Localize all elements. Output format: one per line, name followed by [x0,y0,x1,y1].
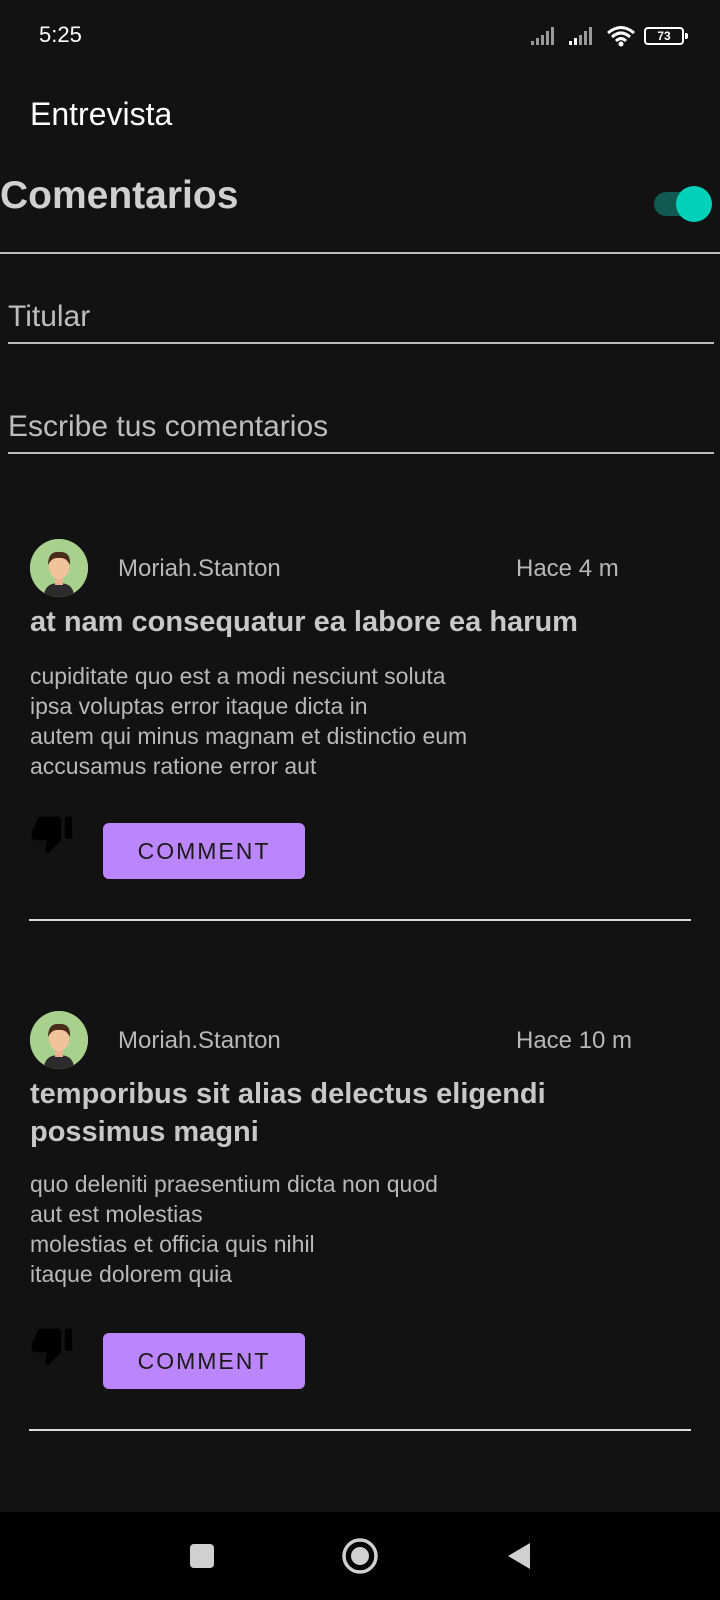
signal-icon [531,27,554,45]
battery-level: 73 [657,29,671,43]
title-input[interactable] [8,300,714,344]
app-title: Entrevista [30,96,173,132]
comment-divider [29,1429,691,1431]
back-button[interactable] [494,1532,542,1580]
back-triangle-icon [508,1543,530,1569]
wifi-icon [607,26,635,47]
battery-icon: 73 [644,27,688,45]
section-title: Comentarios [0,174,239,217]
thumbs-down-icon [31,1328,73,1366]
recents-square-icon [190,1544,214,1568]
comment-button[interactable]: COMMENT [103,1333,305,1389]
comment-username: Moriah.Stanton [118,1027,281,1054]
comment-divider [29,919,691,921]
dislike-button[interactable] [30,811,74,855]
toggle-thumb [676,186,712,222]
comment-body-line: cupiditate quo est a modi nesciunt solut… [30,663,446,689]
comment-body-line: ipsa voluptas error itaque dicta in [30,693,368,719]
comment-button[interactable]: COMMENT [103,823,305,879]
comment-field-wrapper [8,410,714,454]
comments-toggle[interactable] [654,186,712,222]
signal-icon [569,27,592,45]
comment-body: quo deleniti praesentium dicta non quod … [30,1169,438,1289]
header-divider [0,252,720,254]
comment-title: temporibus sit alias delectus eligendi p… [30,1078,546,1148]
comment-input[interactable] [8,410,714,454]
user-avatar-icon [30,539,88,597]
status-bar: 5:25 73 [0,0,720,72]
thumbs-down-icon [31,816,73,854]
comment-time: Hace 4 m [516,555,619,582]
comment-body-line: quo deleniti praesentium dicta non quod [30,1171,438,1197]
comment-title: at nam consequatur ea labore ea harum [30,606,578,638]
dislike-button[interactable] [30,1323,74,1367]
title-field-wrapper [8,300,714,344]
status-time: 5:25 [39,22,82,47]
comment-body-line: itaque dolorem quia [30,1261,233,1287]
system-nav-bar [0,1512,720,1600]
status-icons: 73 [530,24,688,48]
recents-button[interactable] [178,1532,226,1580]
comment-body-line: accusamus ratione error aut [30,753,317,779]
home-circle-icon [342,1538,378,1574]
home-button[interactable] [336,1532,384,1580]
comment-body-line: molestias et officia quis nihil [30,1231,315,1257]
comment-time: Hace 10 m [516,1027,633,1054]
avatar [30,1011,88,1069]
comment-body: cupiditate quo est a modi nesciunt solut… [30,661,467,781]
comment-body-line: aut est molestias [30,1201,203,1227]
comment-body-line: autem qui minus magnam et distinctio eum [30,723,468,749]
comment-username: Moriah.Stanton [118,555,281,582]
avatar [30,539,88,597]
user-avatar-icon [30,1011,88,1069]
